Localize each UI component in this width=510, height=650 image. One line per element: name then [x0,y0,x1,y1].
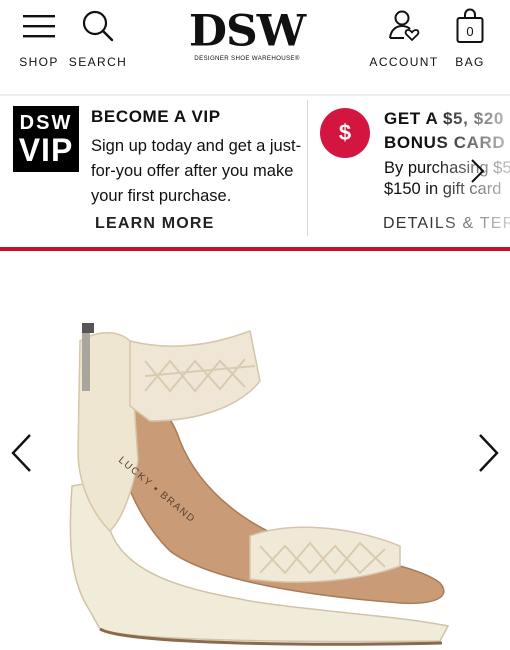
bonus-title-line1: GET A $5, $20 [384,109,504,128]
site-header: SHOP SEARCH DSW DESIGNER SHOE WAREHOUSE®… [0,0,510,94]
search-button[interactable]: SEARCH [68,0,128,80]
bag-button[interactable]: 0 BAG [450,0,490,80]
details-terms-link[interactable]: DETAILS & TER [383,215,510,233]
product-image-gallery: LUCKY ▪ BRAND [0,251,510,650]
account-heart-icon [387,0,421,52]
product-image-wedge-sandal: LUCKY ▪ BRAND [69,323,450,646]
next-image-chevron-icon[interactable] [474,431,502,475]
logo-wordmark: DSW [188,6,306,57]
vip-promo-text: Sign up today and get a just-for-you off… [91,137,302,205]
vip-promo-card[interactable]: DSW VIP BECOME A VIP Sign up today and g… [0,96,306,246]
bonus-promo-title: GET A $5, $20 BONUS CARD [384,107,510,155]
vip-badge-line1: DSW [19,112,73,134]
vip-badge-line2: VIP [18,132,74,168]
dollar-icon: $ [320,108,370,158]
promo-next-chevron-icon[interactable] [466,156,488,186]
bag-label: BAG [455,55,485,69]
dsw-vip-badge: DSW VIP [13,106,79,172]
account-button[interactable]: ACCOUNT [368,0,440,80]
learn-more-link[interactable]: LEARN MORE [95,215,215,233]
bonus-text-line1: By purchasing $5 [384,159,510,177]
shop-label: SHOP [19,55,59,69]
bonus-text-line2: $150 in gift card [384,180,502,198]
hamburger-menu-icon [22,0,56,52]
vip-promo-title: BECOME A VIP [91,107,221,126]
bonus-promo-text: By purchasing $5 $150 in gift card [384,158,510,200]
search-label: SEARCH [68,55,128,69]
shop-menu-button[interactable]: SHOP [18,0,60,80]
bag-count: 0 [466,24,473,39]
previous-image-chevron-icon[interactable] [8,431,36,475]
bonus-title-line2: BONUS CARD [384,133,506,152]
shopping-bag-icon: 0 [455,0,485,52]
account-label: ACCOUNT [369,55,439,69]
search-icon [81,0,115,52]
dsw-logo[interactable]: DSW DESIGNER SHOE WAREHOUSE® [186,10,308,62]
promo-carousel: DSW VIP BECOME A VIP Sign up today and g… [0,96,510,246]
